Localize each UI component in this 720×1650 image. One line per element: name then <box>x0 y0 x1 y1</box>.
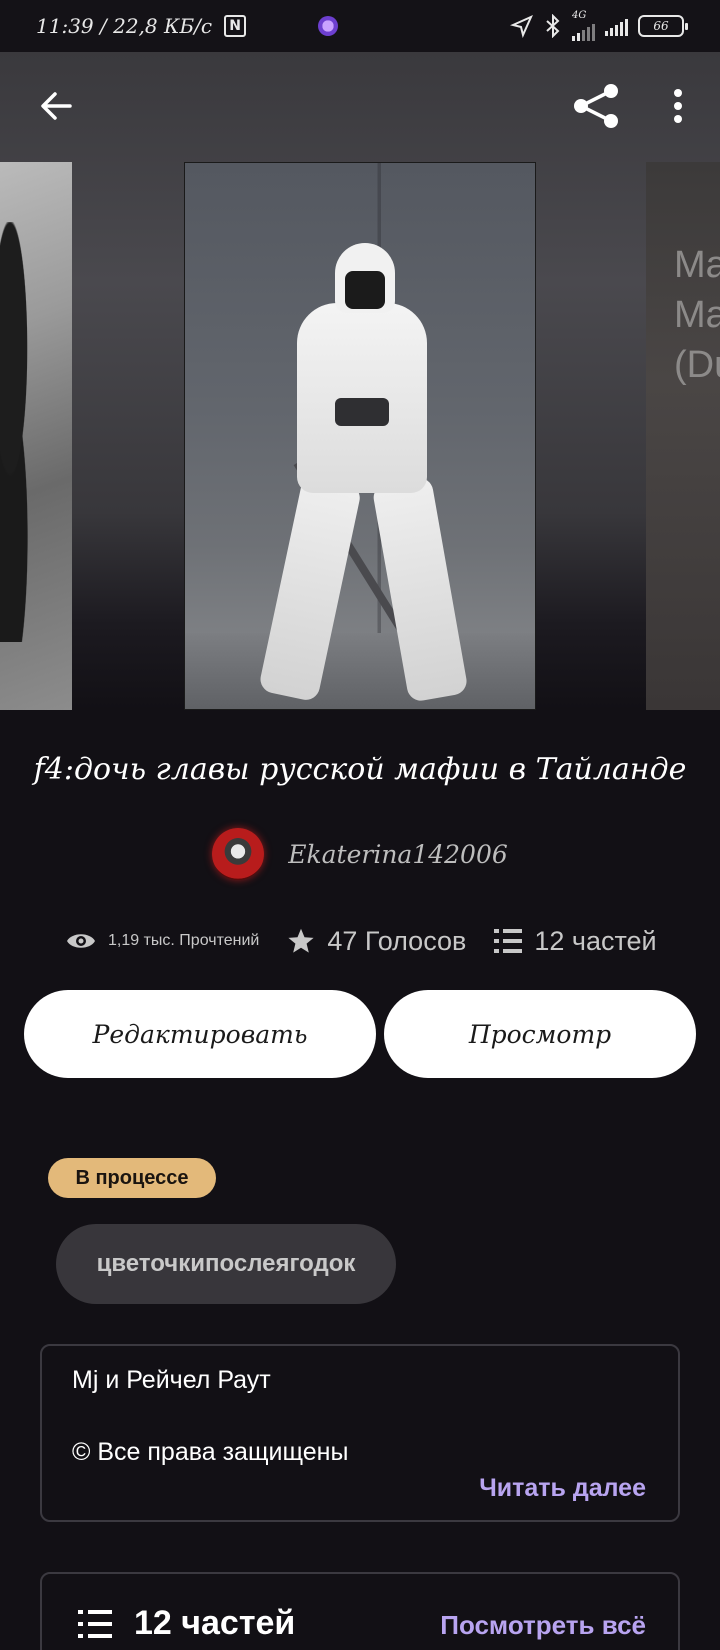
share-button[interactable] <box>570 80 622 132</box>
author-link[interactable]: Ekaterina142006 <box>0 828 720 880</box>
back-button[interactable] <box>30 80 82 132</box>
bluetooth-icon <box>546 14 560 38</box>
signal-4g: 4G <box>572 11 595 41</box>
cover-carousel[interactable]: Ma Ma (Du <box>0 52 720 710</box>
read-more-link[interactable]: Читать далее <box>479 1474 646 1503</box>
top-actions <box>570 80 690 132</box>
stat-parts: 12 частей <box>494 925 657 957</box>
cover-figure-top <box>335 398 389 426</box>
parts-header: 12 частей <box>78 1604 295 1643</box>
book-title: f4:дочь главы русской мафии в Тайланде <box>33 752 687 787</box>
list-icon <box>494 929 523 953</box>
preview-button[interactable]: Просмотр <box>384 990 696 1078</box>
more-vertical-icon <box>674 89 682 123</box>
cover-previous[interactable] <box>0 162 72 710</box>
status-right: 4G 66 <box>510 11 688 41</box>
see-all-link[interactable]: Посмотреть всё <box>440 1610 646 1641</box>
cover-figure-mask <box>345 271 385 309</box>
parts-card: 12 частей Посмотреть всё <box>40 1572 680 1650</box>
edit-button[interactable]: Редактировать <box>24 990 376 1078</box>
description-text: Mj и Рейчел Раут <box>72 1366 271 1394</box>
parts-count: 12 частей <box>134 1604 296 1642</box>
list-icon <box>78 1609 112 1638</box>
stat-votes: 47 Голосов <box>287 926 466 957</box>
status-time: 11:39 / 22,8 КБ/с <box>36 14 213 38</box>
location-icon <box>510 15 533 38</box>
avatar <box>212 828 265 880</box>
eye-icon <box>67 934 95 948</box>
cover-previous-art <box>0 222 50 642</box>
story-stats: 1,19 тыс. Прочтений 47 Голосов 12 частей <box>66 918 666 964</box>
votes-label: 47 Голосов <box>327 925 467 956</box>
top-app-bar <box>0 52 720 160</box>
share-icon <box>574 84 618 128</box>
signal-bars-1-icon <box>572 21 595 41</box>
cover-next[interactable]: Ma Ma (Du <box>646 162 720 710</box>
status-left: 11:39 / 22,8 КБ/с N <box>36 14 339 38</box>
copyright-text: © Все права защищены <box>72 1438 349 1466</box>
battery-icon: 66 <box>638 15 688 37</box>
arrow-left-icon <box>41 92 72 120</box>
more-options-button[interactable] <box>666 80 690 132</box>
reads-label: 1,19 тыс. Прочтений <box>108 932 260 949</box>
nfc-icon: N <box>224 15 247 37</box>
cover-ground <box>185 633 535 709</box>
app-notification-icon <box>318 16 339 36</box>
signal-bars-2-icon <box>605 16 628 36</box>
cover-current[interactable] <box>184 162 536 710</box>
star-icon <box>288 928 314 953</box>
network-label: 4G <box>572 10 587 21</box>
status-badge: В процессе <box>48 1158 216 1198</box>
status-bar: 11:39 / 22,8 КБ/с N 4G 66 <box>0 0 720 52</box>
author-name: Ekaterina142006 <box>288 839 508 869</box>
cover-next-title: Ma Ma (Du <box>674 244 720 386</box>
parts-label: 12 частей <box>534 925 657 956</box>
stat-reads: 1,19 тыс. Прочтений <box>66 930 259 952</box>
description-card: Mj и Рейчел Раут © Все права защищены Чи… <box>40 1344 680 1522</box>
tag-chip[interactable]: цветочкипослеягодок <box>56 1224 396 1304</box>
